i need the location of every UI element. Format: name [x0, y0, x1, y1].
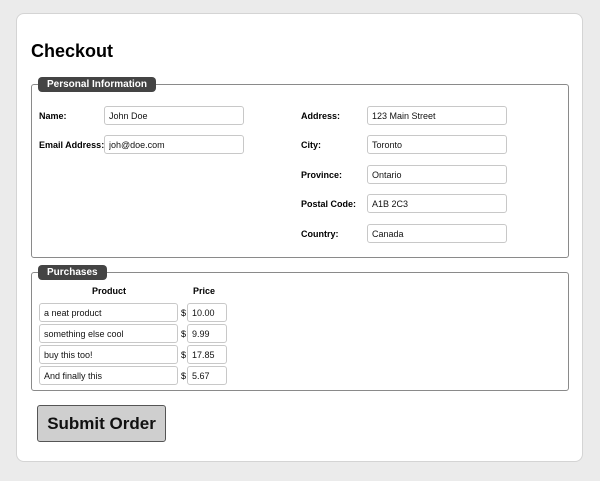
email-label: Email Address:: [39, 140, 105, 150]
currency-symbol: $: [181, 371, 187, 381]
product-input[interactable]: [39, 366, 178, 385]
product-input[interactable]: [39, 303, 178, 322]
city-label: City:: [301, 140, 321, 150]
email-field[interactable]: [104, 135, 244, 154]
purchases-legend: Purchases: [38, 265, 107, 280]
submit-order-button[interactable]: Submit Order: [37, 405, 166, 442]
province-label: Province:: [301, 170, 343, 180]
price-input[interactable]: [187, 366, 227, 385]
province-field[interactable]: [367, 165, 507, 184]
purchases-section: Purchases Product Price $ $ $ $: [31, 265, 569, 391]
postal-code-label: Postal Code:: [301, 199, 357, 209]
price-input[interactable]: [187, 303, 227, 322]
currency-symbol: $: [181, 308, 187, 318]
product-column-header: Product: [92, 286, 127, 296]
currency-symbol: $: [181, 329, 187, 339]
page-title: Checkout: [31, 41, 114, 61]
city-field[interactable]: [367, 135, 507, 154]
postal-code-field[interactable]: [367, 194, 507, 213]
country-field[interactable]: [367, 224, 507, 243]
address-field[interactable]: [367, 106, 507, 125]
price-input[interactable]: [187, 324, 227, 343]
name-label: Name:: [39, 111, 67, 121]
personal-information-section: Personal Information Name: Email Address…: [31, 77, 569, 258]
personal-information-legend: Personal Information: [38, 77, 157, 92]
product-input[interactable]: [39, 345, 178, 364]
price-column-header: Price: [193, 286, 216, 296]
name-field[interactable]: [104, 106, 244, 125]
product-input[interactable]: [39, 324, 178, 343]
checkout-card: Checkout Personal Information Name: Emai…: [16, 13, 583, 462]
currency-symbol: $: [181, 350, 187, 360]
address-label: Address:: [301, 111, 341, 121]
country-label: Country:: [301, 229, 339, 239]
price-input[interactable]: [187, 345, 227, 364]
